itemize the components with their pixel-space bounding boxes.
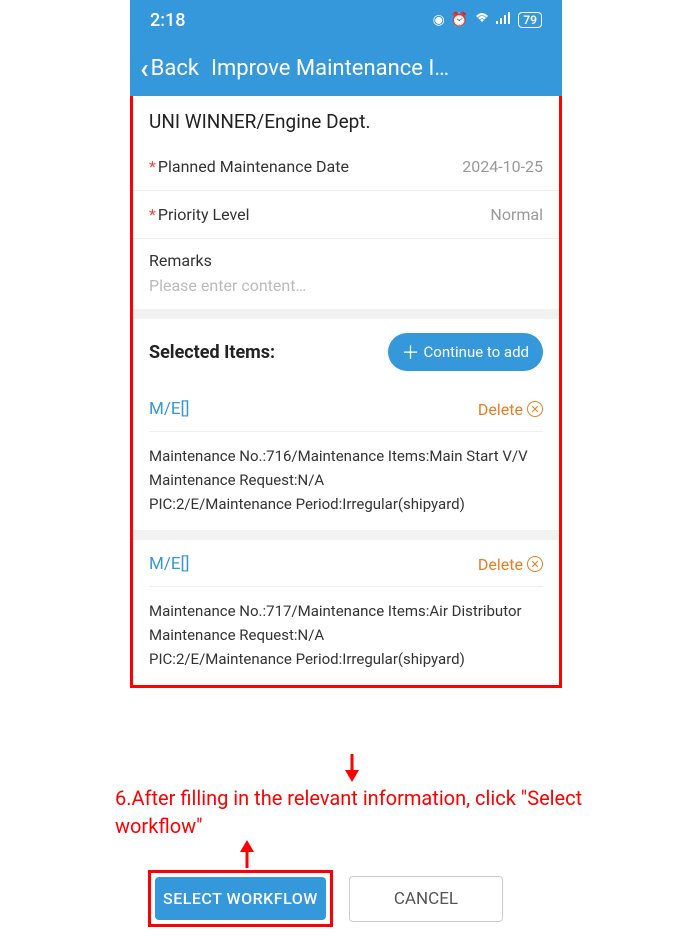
item-line: Maintenance Request:N/A xyxy=(149,623,543,647)
item-card: M/E[] Delete ✕ Maintenance No.:716/Maint… xyxy=(133,385,559,530)
annotation-arrow-down-icon xyxy=(343,754,361,788)
required-asterisk: * xyxy=(149,157,156,176)
select-workflow-highlight: SELECT WORKFLOW xyxy=(148,870,333,927)
phone-frame: 2:18 ◉ ⏰ 79 ‹ Back Improve Maintenance I… xyxy=(130,0,562,688)
vessel-dept-header: UNI WINNER/Engine Dept. xyxy=(133,96,559,143)
item-line: PIC:2/E/Maintenance Period:Irregular(shi… xyxy=(149,492,543,516)
planned-date-row[interactable]: *Planned Maintenance Date 2024-10-25 xyxy=(133,143,559,191)
delete-button[interactable]: Delete ✕ xyxy=(478,555,543,574)
required-asterisk: * xyxy=(149,205,156,224)
annotation-text: 6.After filling in the relevant informat… xyxy=(115,784,585,840)
item-line: PIC:2/E/Maintenance Period:Irregular(shi… xyxy=(149,647,543,671)
page-title: Improve Maintenance I… xyxy=(211,56,449,81)
plus-icon: ＋ xyxy=(402,339,420,365)
status-time: 2:18 xyxy=(150,10,185,31)
close-icon: ✕ xyxy=(527,556,543,572)
nav-bar: ‹ Back Improve Maintenance I… xyxy=(130,40,562,96)
item-body: Maintenance No.:717/Maintenance Items:Ai… xyxy=(149,587,543,685)
wifi-icon xyxy=(474,12,490,28)
remarks-input[interactable]: Please enter content… xyxy=(149,276,543,295)
main-content: UNI WINNER/Engine Dept. *Planned Mainten… xyxy=(130,96,562,688)
delete-label: Delete xyxy=(478,400,523,419)
status-bar: 2:18 ◉ ⏰ 79 xyxy=(130,0,562,40)
priority-label: *Priority Level xyxy=(149,205,250,224)
back-label: Back xyxy=(151,56,199,81)
planned-date-value: 2024-10-25 xyxy=(462,157,543,176)
item-header: M/E[] Delete ✕ xyxy=(149,385,543,432)
status-icons: ◉ ⏰ 79 xyxy=(433,12,542,28)
item-code[interactable]: M/E[] xyxy=(149,554,190,574)
item-header: M/E[] Delete ✕ xyxy=(149,540,543,587)
select-workflow-button[interactable]: SELECT WORKFLOW xyxy=(155,877,326,920)
item-body: Maintenance No.:716/Maintenance Items:Ma… xyxy=(149,432,543,530)
battery-indicator: 79 xyxy=(518,12,542,28)
section-divider xyxy=(133,309,559,319)
item-line: Maintenance No.:716/Maintenance Items:Ma… xyxy=(149,444,543,468)
delete-label: Delete xyxy=(478,555,523,574)
button-row: SELECT WORKFLOW CANCEL xyxy=(130,866,562,931)
signal-icon xyxy=(496,12,512,28)
continue-add-label: Continue to add xyxy=(424,343,530,361)
chevron-left-icon: ‹ xyxy=(140,52,149,85)
remarks-section[interactable]: Remarks Please enter content… xyxy=(133,239,559,309)
continue-add-button[interactable]: ＋ Continue to add xyxy=(388,333,544,371)
item-line: Maintenance Request:N/A xyxy=(149,468,543,492)
remarks-label: Remarks xyxy=(149,251,543,270)
item-code[interactable]: M/E[] xyxy=(149,399,190,419)
alarm-icon: ⏰ xyxy=(451,12,468,28)
selected-items-title: Selected Items: xyxy=(149,342,275,363)
eye-icon: ◉ xyxy=(433,12,445,28)
cancel-button[interactable]: CANCEL xyxy=(349,876,503,922)
item-card: M/E[] Delete ✕ Maintenance No.:717/Maint… xyxy=(133,540,559,685)
back-button[interactable]: ‹ Back xyxy=(140,52,199,85)
selected-items-header: Selected Items: ＋ Continue to add xyxy=(133,319,559,385)
item-line: Maintenance No.:717/Maintenance Items:Ai… xyxy=(149,599,543,623)
planned-date-label: *Planned Maintenance Date xyxy=(149,157,349,176)
close-icon: ✕ xyxy=(527,401,543,417)
delete-button[interactable]: Delete ✕ xyxy=(478,400,543,419)
section-divider xyxy=(133,530,559,540)
priority-row[interactable]: *Priority Level Normal xyxy=(133,191,559,239)
priority-value: Normal xyxy=(490,205,543,224)
